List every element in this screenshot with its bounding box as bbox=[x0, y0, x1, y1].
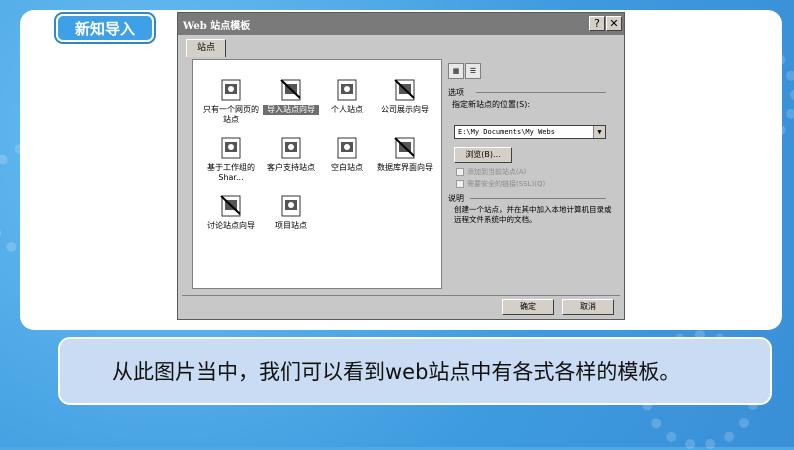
template-item[interactable]: 只有一个网页的站点 bbox=[203, 78, 259, 125]
template-item[interactable]: 数据库界面向导 bbox=[377, 136, 433, 173]
page-template-icon bbox=[278, 194, 304, 218]
template-list[interactable]: 只有一个网页的站点 导入站点向导 个人站点 公司展示向导 基于工作组的 Shar… bbox=[192, 59, 442, 289]
options-heading: 选项 bbox=[448, 88, 464, 97]
template-label: 只有一个网页的站点 bbox=[203, 105, 259, 124]
cancel-button[interactable]: 取消 bbox=[562, 299, 614, 315]
template-item[interactable]: 基于工作组的 Shar... bbox=[203, 136, 259, 183]
caption-text: 从此图片当中，我们可以看到web站点中有各式各样的模板。 bbox=[112, 360, 681, 384]
template-item[interactable]: 空白站点 bbox=[319, 136, 375, 173]
browse-button[interactable]: 浏览(B)... bbox=[454, 147, 512, 163]
template-label: 项目站点 bbox=[275, 221, 307, 230]
location-combo[interactable]: E:\My Documents\My Webs ▼ bbox=[454, 125, 606, 139]
location-value: E:\My Documents\My Webs bbox=[458, 128, 555, 136]
page-template-icon bbox=[278, 136, 304, 160]
dialog-titlebar: Web 站点模板 ? ✕ bbox=[178, 13, 624, 35]
add-to-site-checkbox[interactable]: 添加到当前站点(A) bbox=[456, 167, 526, 177]
chevron-down-icon[interactable]: ▼ bbox=[593, 126, 605, 138]
page-template-icon bbox=[334, 136, 360, 160]
web-template-dialog: Web 站点模板 ? ✕ 站点 只有一个网页的站点 导入站点向导 个人站点 公司… bbox=[177, 12, 625, 320]
page-template-icon bbox=[218, 136, 244, 160]
template-label: 讨论站点向导 bbox=[207, 221, 255, 230]
template-label: 数据库界面向导 bbox=[377, 163, 433, 172]
divider bbox=[470, 198, 606, 199]
checkbox-box[interactable] bbox=[456, 180, 464, 188]
template-label: 空白站点 bbox=[331, 163, 363, 172]
wizard-template-icon bbox=[218, 194, 244, 218]
template-label: 客户支持站点 bbox=[267, 163, 315, 172]
template-item[interactable]: 公司展示向导 bbox=[377, 78, 433, 115]
template-item[interactable]: 讨论站点向导 bbox=[203, 194, 259, 231]
template-label: 个人站点 bbox=[331, 105, 363, 114]
template-label: 导入站点向导 bbox=[263, 105, 319, 115]
wizard-template-icon bbox=[278, 78, 304, 102]
checkbox-box[interactable] bbox=[456, 168, 464, 176]
help-button[interactable]: ? bbox=[589, 16, 605, 31]
tab-sites[interactable]: 站点 bbox=[186, 39, 226, 57]
large-icons-view-icon[interactable]: ▦ bbox=[448, 63, 464, 79]
checkbox-label: 添加到当前站点(A) bbox=[467, 168, 527, 176]
location-label: 指定新站点的位置(S): bbox=[452, 100, 531, 109]
template-label: 公司展示向导 bbox=[381, 105, 429, 114]
options-pane: ▦ ☰ 选项 指定新站点的位置(S): E:\My Documents\My W… bbox=[448, 59, 618, 289]
template-item[interactable]: 项目站点 bbox=[263, 194, 319, 231]
page-template-icon bbox=[218, 78, 244, 102]
page-template-icon bbox=[334, 78, 360, 102]
description-text: 创建一个站点，并在其中加入本地计算机目录或远程文件系统中的文档。 bbox=[454, 205, 612, 224]
template-label: 基于工作组的 Shar... bbox=[207, 163, 255, 182]
dialog-title: Web 站点模板 bbox=[183, 21, 251, 32]
caption-box: 从此图片当中，我们可以看到web站点中有各式各样的模板。 bbox=[58, 337, 772, 405]
dialog-divider bbox=[182, 295, 620, 296]
section-tag: 新知导入 bbox=[56, 14, 154, 42]
tab-strip: 站点 bbox=[182, 37, 620, 57]
ssl-checkbox[interactable]: 需要安全的链接(SSL)(Q) bbox=[456, 179, 545, 189]
close-button[interactable]: ✕ bbox=[606, 16, 622, 31]
template-item[interactable]: 个人站点 bbox=[319, 78, 375, 115]
description-heading: 说明 bbox=[448, 194, 464, 203]
template-item[interactable]: 客户支持站点 bbox=[263, 136, 319, 173]
divider bbox=[476, 92, 606, 93]
wizard-template-icon bbox=[392, 136, 418, 160]
view-toggle: ▦ ☰ bbox=[448, 63, 488, 81]
ok-button[interactable]: 确定 bbox=[502, 299, 554, 315]
details-view-icon[interactable]: ☰ bbox=[465, 63, 481, 79]
wizard-template-icon bbox=[392, 78, 418, 102]
template-item[interactable]: 导入站点向导 bbox=[263, 78, 319, 115]
checkbox-label: 需要安全的链接(SSL)(Q) bbox=[467, 180, 546, 188]
